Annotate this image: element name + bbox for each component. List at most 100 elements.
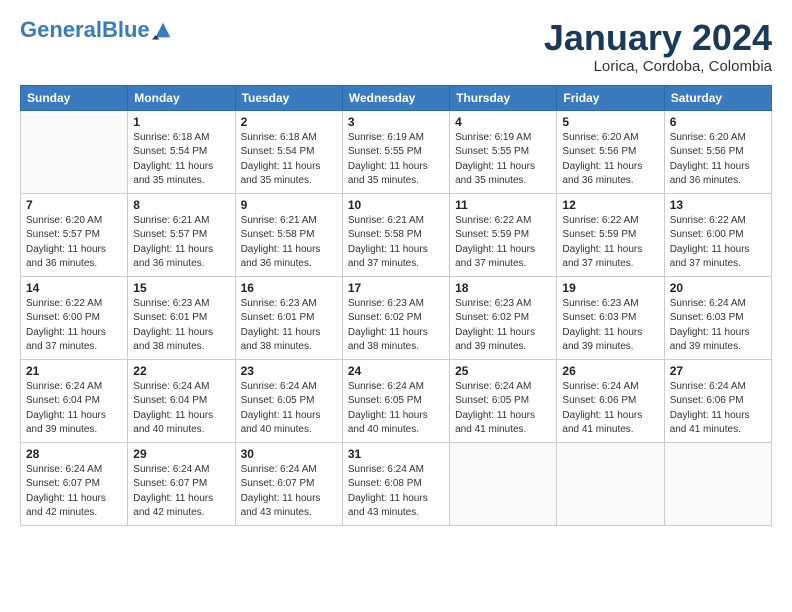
table-row: 25 Sunrise: 6:24 AMSunset: 6:05 PMDayligh… [450,359,557,442]
day-number: 10 [348,198,444,212]
day-number: 6 [670,115,766,129]
table-row: 2Sunrise: 6:18 AMSunset: 5:54 PMDaylight… [235,110,342,193]
col-wednesday: Wednesday [342,85,449,110]
day-info: Sunrise: 6:20 AMSunset: 5:56 PMDaylight:… [562,131,658,189]
day-number: 14 [26,281,122,295]
day-number: 3 [348,115,444,129]
table-row: 12Sunrise: 6:22 AMSunset: 5:59 PMDayligh… [557,193,664,276]
table-row: 1Sunrise: 6:18 AMSunset: 5:54 PMDaylight… [128,110,235,193]
day-number: 11 [455,198,551,212]
day-info: Sunrise: 6:24 AMSunset: 6:05 PMDaylight:… [348,380,444,438]
table-row: 19 Sunrise: 6:23 AMSunset: 6:03 PMDayligh… [557,276,664,359]
table-row: 26 Sunrise: 6:24 AMSunset: 6:06 PMDayligh… [557,359,664,442]
table-row: 9 Sunrise: 6:21 AMSunset: 5:58 PMDaylight… [235,193,342,276]
table-row: 31 Sunrise: 6:24 AMSunset: 6:08 PMDayligh… [342,442,449,525]
calendar-table: Sunday Monday Tuesday Wednesday Thursday… [20,85,772,526]
day-number: 28 [26,447,122,461]
calendar-week-row: 7 Sunrise: 6:20 AMSunset: 5:57 PMDaylight… [21,193,772,276]
day-number: 22 [133,364,229,378]
table-row: 4Sunrise: 6:19 AMSunset: 5:55 PMDaylight… [450,110,557,193]
day-info: Sunrise: 6:24 AMSunset: 6:08 PMDaylight:… [348,463,444,521]
day-info: Sunrise: 6:24 AMSunset: 6:05 PMDaylight:… [455,380,551,438]
day-number: 29 [133,447,229,461]
day-number: 23 [241,364,337,378]
day-info: Sunrise: 6:23 AMSunset: 6:03 PMDaylight:… [562,297,658,355]
day-info: Sunrise: 6:24 AMSunset: 6:03 PMDaylight:… [670,297,766,355]
title-block: January 2024 Lorica, Cordoba, Colombia [544,18,772,75]
col-monday: Monday [128,85,235,110]
day-info: Sunrise: 6:19 AMSunset: 5:55 PMDaylight:… [348,131,444,189]
day-number: 19 [562,281,658,295]
day-number: 5 [562,115,658,129]
col-saturday: Saturday [664,85,771,110]
calendar-week-row: 28 Sunrise: 6:24 AMSunset: 6:07 PMDayligh… [21,442,772,525]
day-number: 9 [241,198,337,212]
day-info: Sunrise: 6:20 AMSunset: 5:57 PMDaylight:… [26,214,122,272]
table-row: 30Sunrise: 6:24 AMSunset: 6:07 PMDayligh… [235,442,342,525]
day-info: Sunrise: 6:23 AMSunset: 6:01 PMDaylight:… [133,297,229,355]
table-row: 5 Sunrise: 6:20 AMSunset: 5:56 PMDaylight… [557,110,664,193]
day-info: Sunrise: 6:20 AMSunset: 5:56 PMDaylight:… [670,131,766,189]
calendar-header-row: Sunday Monday Tuesday Wednesday Thursday… [21,85,772,110]
day-number: 21 [26,364,122,378]
calendar-week-row: 1Sunrise: 6:18 AMSunset: 5:54 PMDaylight… [21,110,772,193]
logo-text: GeneralBlue [20,18,150,42]
day-info: Sunrise: 6:24 AMSunset: 6:04 PMDaylight:… [26,380,122,438]
day-number: 12 [562,198,658,212]
day-number: 26 [562,364,658,378]
day-number: 7 [26,198,122,212]
table-row: 7 Sunrise: 6:20 AMSunset: 5:57 PMDaylight… [21,193,128,276]
day-number: 8 [133,198,229,212]
table-row: 28 Sunrise: 6:24 AMSunset: 6:07 PMDayligh… [21,442,128,525]
table-row: 20 Sunrise: 6:24 AMSunset: 6:03 PMDayligh… [664,276,771,359]
day-info: Sunrise: 6:22 AMSunset: 6:00 PMDaylight:… [26,297,122,355]
table-row: 11Sunrise: 6:22 AMSunset: 5:59 PMDayligh… [450,193,557,276]
table-row [664,442,771,525]
day-number: 31 [348,447,444,461]
day-info: Sunrise: 6:21 AMSunset: 5:57 PMDaylight:… [133,214,229,272]
day-number: 27 [670,364,766,378]
table-row: 16Sunrise: 6:23 AMSunset: 6:01 PMDayligh… [235,276,342,359]
day-number: 25 [455,364,551,378]
logo-line2: Blue [102,17,150,42]
day-info: Sunrise: 6:24 AMSunset: 6:06 PMDaylight:… [562,380,658,438]
table-row: 13 Sunrise: 6:22 AMSunset: 6:00 PMDayligh… [664,193,771,276]
day-number: 24 [348,364,444,378]
day-info: Sunrise: 6:24 AMSunset: 6:05 PMDaylight:… [241,380,337,438]
day-info: Sunrise: 6:18 AMSunset: 5:54 PMDaylight:… [133,131,229,189]
table-row: 29 Sunrise: 6:24 AMSunset: 6:07 PMDayligh… [128,442,235,525]
day-info: Sunrise: 6:24 AMSunset: 6:07 PMDaylight:… [26,463,122,521]
day-info: Sunrise: 6:21 AMSunset: 5:58 PMDaylight:… [241,214,337,272]
day-info: Sunrise: 6:24 AMSunset: 6:06 PMDaylight:… [670,380,766,438]
day-info: Sunrise: 6:23 AMSunset: 6:02 PMDaylight:… [455,297,551,355]
table-row: 10 Sunrise: 6:21 AMSunset: 5:58 PMDayligh… [342,193,449,276]
table-row [21,110,128,193]
logo: GeneralBlue [20,18,174,42]
table-row: 18 Sunrise: 6:23 AMSunset: 6:02 PMDayligh… [450,276,557,359]
day-info: Sunrise: 6:21 AMSunset: 5:58 PMDaylight:… [348,214,444,272]
day-number: 15 [133,281,229,295]
logo-icon [152,19,174,41]
table-row: 27 Sunrise: 6:24 AMSunset: 6:06 PMDayligh… [664,359,771,442]
day-number: 13 [670,198,766,212]
page: GeneralBlue January 2024 Lorica, Cordoba… [0,0,792,536]
day-info: Sunrise: 6:23 AMSunset: 6:01 PMDaylight:… [241,297,337,355]
table-row: 21 Sunrise: 6:24 AMSunset: 6:04 PMDayligh… [21,359,128,442]
table-row: 14 Sunrise: 6:22 AMSunset: 6:00 PMDayligh… [21,276,128,359]
calendar-week-row: 21 Sunrise: 6:24 AMSunset: 6:04 PMDayligh… [21,359,772,442]
logo-line1: General [20,17,102,42]
day-info: Sunrise: 6:18 AMSunset: 5:54 PMDaylight:… [241,131,337,189]
day-number: 18 [455,281,551,295]
col-friday: Friday [557,85,664,110]
day-number: 4 [455,115,551,129]
header: GeneralBlue January 2024 Lorica, Cordoba… [20,18,772,75]
col-sunday: Sunday [21,85,128,110]
col-tuesday: Tuesday [235,85,342,110]
table-row: 24 Sunrise: 6:24 AMSunset: 6:05 PMDayligh… [342,359,449,442]
table-row: 3 Sunrise: 6:19 AMSunset: 5:55 PMDaylight… [342,110,449,193]
day-info: Sunrise: 6:24 AMSunset: 6:07 PMDaylight:… [133,463,229,521]
table-row [557,442,664,525]
day-number: 20 [670,281,766,295]
day-number: 17 [348,281,444,295]
day-info: Sunrise: 6:22 AMSunset: 6:00 PMDaylight:… [670,214,766,272]
